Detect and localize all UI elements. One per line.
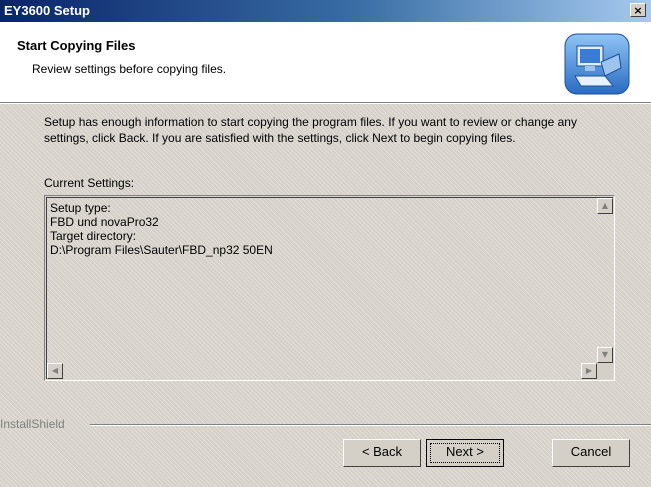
settings-line: Setup type: (50, 201, 111, 215)
scroll-down-button[interactable]: ▼ (597, 347, 613, 363)
intro-text: Setup has enough information to start co… (44, 115, 577, 145)
scroll-right-button[interactable]: ▶ (581, 363, 597, 379)
settings-line: Target directory: (50, 229, 137, 243)
arrow-right-icon: ▶ (585, 366, 593, 375)
cancel-button[interactable]: Cancel (552, 439, 630, 467)
next-button[interactable]: Next > (426, 439, 504, 467)
vertical-scrollbar[interactable]: ▲ ▼ (597, 198, 613, 363)
scrollbar-corner (597, 363, 613, 379)
wizard-body: Setup has enough information to start co… (0, 104, 651, 487)
scroll-left-button[interactable]: ◀ (47, 363, 63, 379)
settings-line: D:\Program Files\Sauter\FBD_np32 50EN (50, 243, 273, 257)
horizontal-scrollbar[interactable]: ◀ ▶ (47, 363, 597, 379)
window-title: EY3600 Setup (4, 3, 90, 18)
page-title: Start Copying Files (17, 38, 136, 53)
page-subtitle: Review settings before copying files. (32, 62, 227, 76)
focus-rectangle (430, 443, 500, 463)
settings-text-area[interactable]: Setup type: FBD und novaPro32 Target dir… (44, 195, 615, 381)
settings-line: FBD und novaPro32 (50, 215, 159, 229)
title-bar[interactable]: EY3600 Setup × (0, 0, 651, 22)
close-icon: × (633, 4, 643, 17)
close-button[interactable]: × (630, 3, 646, 17)
wizard-header: Start Copying Files Review settings befo… (0, 22, 651, 103)
divider-line (90, 424, 651, 426)
arrow-down-icon: ▼ (601, 350, 609, 359)
installshield-label: InstallShield (0, 417, 65, 431)
setup-window: EY3600 Setup × Start Copying Files Revie… (0, 0, 651, 487)
back-button[interactable]: < Back (343, 439, 421, 467)
current-settings-label: Current Settings: (44, 176, 135, 190)
scroll-up-button[interactable]: ▲ (597, 198, 613, 214)
arrow-left-icon: ◀ (51, 366, 59, 375)
installshield-divider: InstallShield (0, 417, 651, 431)
settings-content: Setup type: FBD und novaPro32 Target dir… (50, 201, 273, 257)
arrow-up-icon: ▲ (601, 201, 609, 210)
setup-computer-icon (564, 33, 630, 95)
